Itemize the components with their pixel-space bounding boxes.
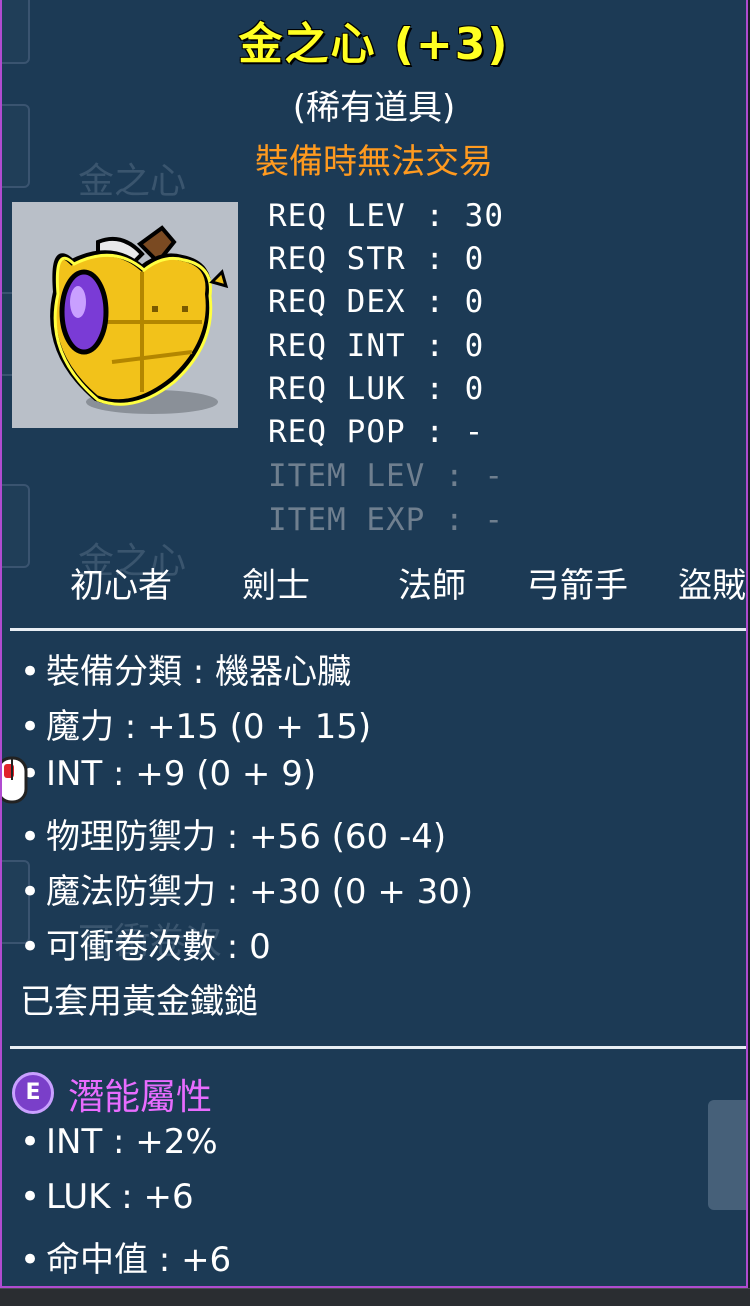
potential-line: • LUK : +6 — [20, 1177, 194, 1217]
req-level: REQ LEV : 30 — [268, 198, 504, 234]
bottom-bar — [0, 1288, 750, 1306]
background-ghost-text: 金之心 — [78, 161, 187, 202]
divider — [10, 628, 746, 631]
golden-heart-icon — [50, 225, 229, 414]
job-warrior: 劍士 — [242, 566, 310, 606]
item-name: 金之心 (+3) — [238, 19, 510, 70]
item-tooltip: 金之心 (+3) (稀有道具) 裝備時無法交易 REQ LEV : 30 REQ… — [0, 0, 748, 1288]
potential-rank-badge: E — [12, 1072, 54, 1114]
item-rarity: (稀有道具) — [292, 88, 456, 128]
stat-line: • 裝備分類 : 機器心臟 — [20, 652, 352, 692]
mouse-cursor-icon — [2, 756, 28, 804]
req-int: REQ INT : 0 — [268, 328, 485, 364]
background-slot — [2, 484, 30, 568]
stat-line: • 魔法防禦力 : +30 (0 + 30) — [20, 872, 474, 912]
job-bowman: 弓箭手 — [526, 566, 628, 606]
job-thief: 盜賊 — [678, 566, 746, 606]
stat-line: • 可衝卷次數 : 0 — [20, 927, 271, 967]
req-luk: REQ LUK : 0 — [268, 371, 485, 407]
potential-title: 潛能屬性 — [68, 1077, 213, 1118]
stat-line: • 物理防禦力 : +56 (60 -4) — [20, 817, 447, 857]
stat-line: • INT : +9 (0 + 9) — [20, 754, 317, 794]
job-beginner: 初心者 — [70, 566, 172, 606]
stat-line: • 魔力 : +15 (0 + 15) — [20, 707, 372, 747]
req-str: REQ STR : 0 — [268, 241, 485, 277]
req-pop: REQ POP : - — [268, 414, 485, 450]
item-icon-frame — [12, 202, 238, 428]
divider — [10, 1046, 746, 1049]
item-level: ITEM LEV : - — [268, 458, 504, 494]
req-dex: REQ DEX : 0 — [268, 284, 485, 320]
potential-line: • INT : +2% — [20, 1122, 218, 1162]
background-bag-icon — [708, 1100, 746, 1210]
job-magician: 法師 — [398, 566, 466, 606]
job-requirements: 初心者 劍士 法師 弓箭手 盜賊 — [2, 558, 746, 606]
potential-line: • 命中值 : +6 — [20, 1240, 232, 1280]
item-exp: ITEM EXP : - — [268, 502, 504, 538]
applied-note: 已套用黃金鐵鎚 — [20, 982, 258, 1022]
